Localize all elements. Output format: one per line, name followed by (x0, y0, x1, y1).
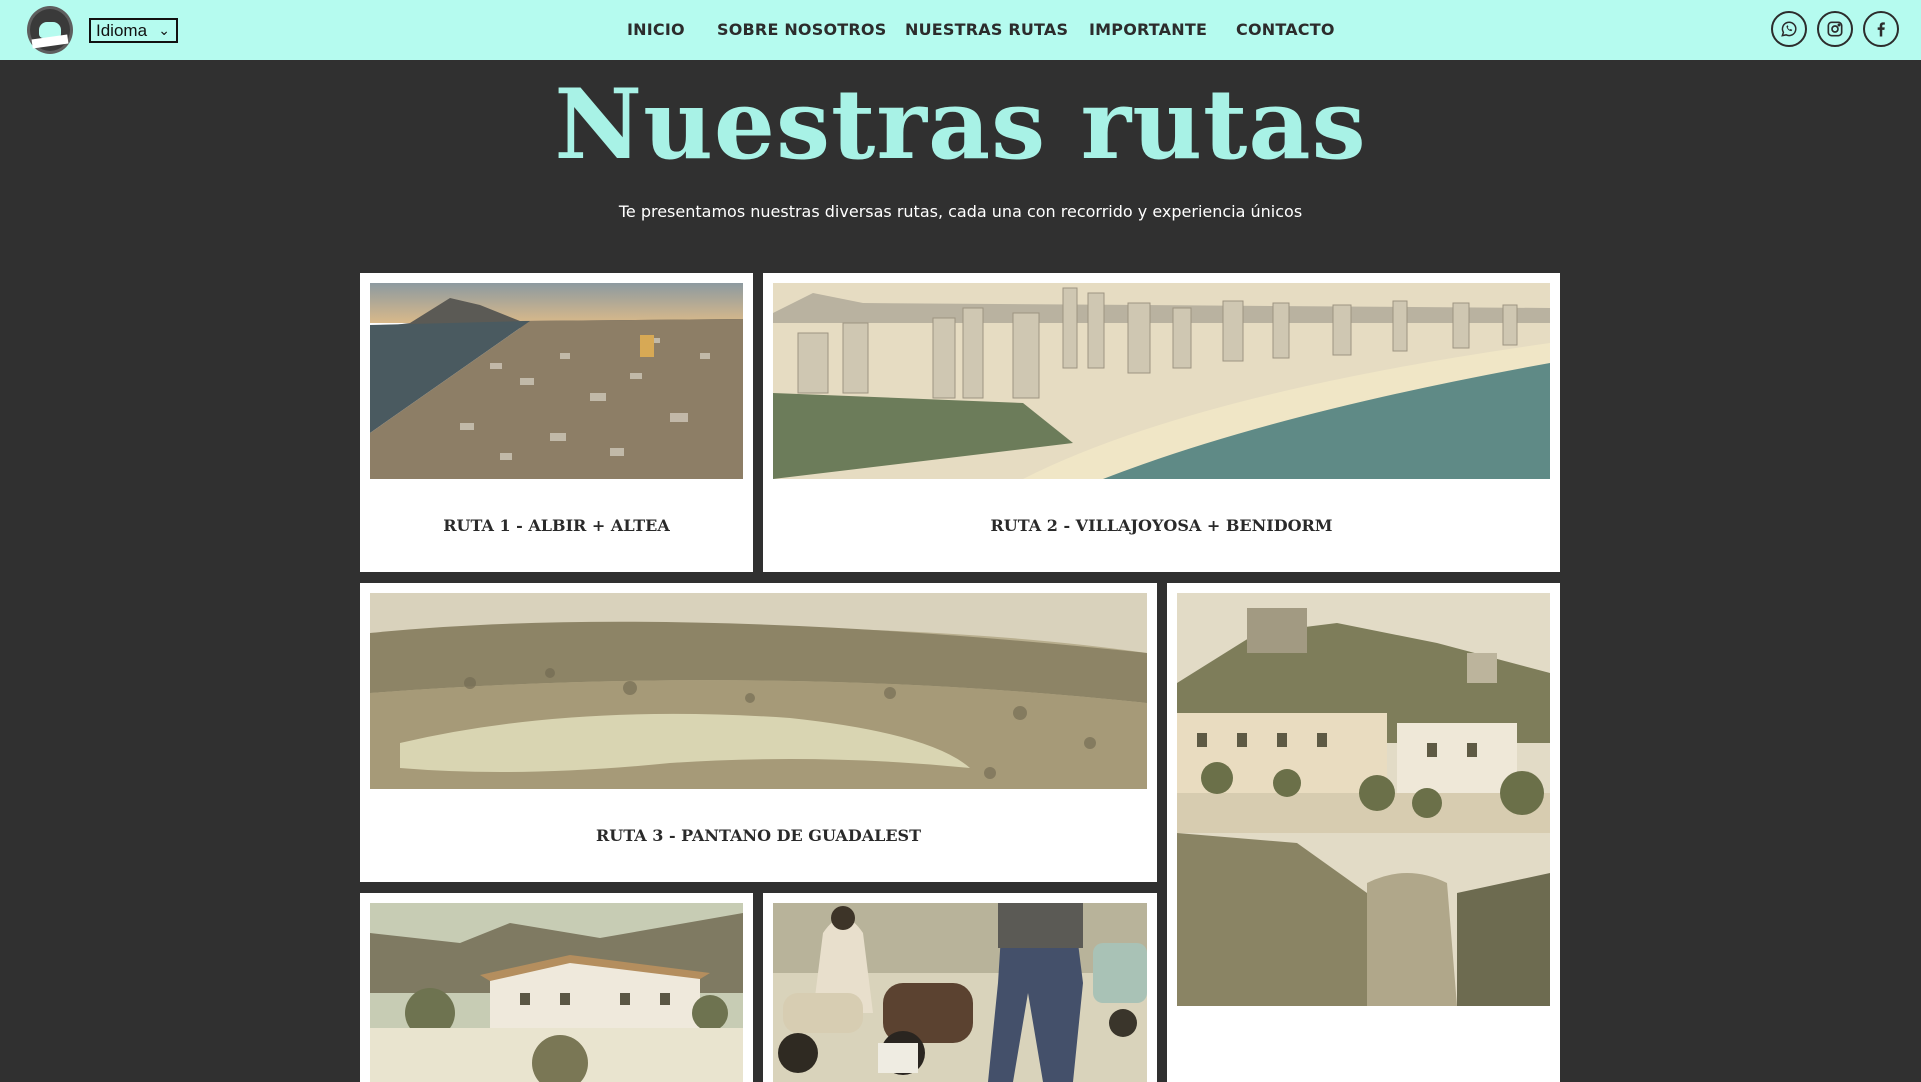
logo-banner (31, 34, 69, 49)
instagram-icon[interactable] (1817, 11, 1853, 47)
top-navbar: Idioma ⌄ INICIO SOBRE NOSOTROS NUESTRAS … (0, 0, 1921, 60)
nav-nuestras-rutas[interactable]: NUESTRAS RUTAS (905, 20, 1068, 39)
route-card-2[interactable]: RUTA 2 - VILLAJOYOSA + BENIDORM (763, 273, 1560, 572)
scooter-riders-photo (773, 903, 1147, 1082)
altea-coast-photo (370, 283, 743, 479)
language-select-value: Idioma (96, 20, 148, 40)
nav-sobre-nosotros[interactable]: SOBRE NOSOTROS (717, 20, 886, 39)
benidorm-beach-photo (773, 283, 1550, 479)
route-card-2-title: RUTA 2 - VILLAJOYOSA + BENIDORM (990, 516, 1333, 535)
route-card-1[interactable]: RUTA 1 - ALBIR + ALTEA (360, 273, 753, 572)
language-select[interactable]: Idioma ⌄ (89, 18, 178, 43)
page-title: Nuestras rutas (554, 68, 1367, 181)
castle-village-photo (1177, 593, 1550, 1006)
nav-importante[interactable]: IMPORTANTE (1089, 20, 1207, 39)
site-logo[interactable] (27, 6, 73, 54)
nav-contacto[interactable]: CONTACTO (1236, 20, 1335, 39)
page-subtitle: Te presentamos nuestras diversas rutas, … (618, 202, 1303, 221)
chevron-down-icon: ⌄ (158, 22, 170, 38)
whatsapp-icon[interactable] (1771, 11, 1807, 47)
nav-inicio[interactable]: INICIO (627, 20, 685, 39)
route-card-5[interactable] (360, 893, 753, 1082)
guadalest-reservoir-photo (370, 593, 1147, 789)
route-card-3-title: RUTA 3 - PANTANO DE GUADALEST (595, 826, 922, 845)
route-card-4[interactable] (1167, 583, 1560, 1082)
route-card-6[interactable] (763, 893, 1157, 1082)
facebook-icon[interactable] (1863, 11, 1899, 47)
country-house-photo (370, 903, 743, 1082)
route-card-3[interactable]: RUTA 3 - PANTANO DE GUADALEST (360, 583, 1157, 882)
route-card-1-title: RUTA 1 - ALBIR + ALTEA (443, 516, 670, 535)
